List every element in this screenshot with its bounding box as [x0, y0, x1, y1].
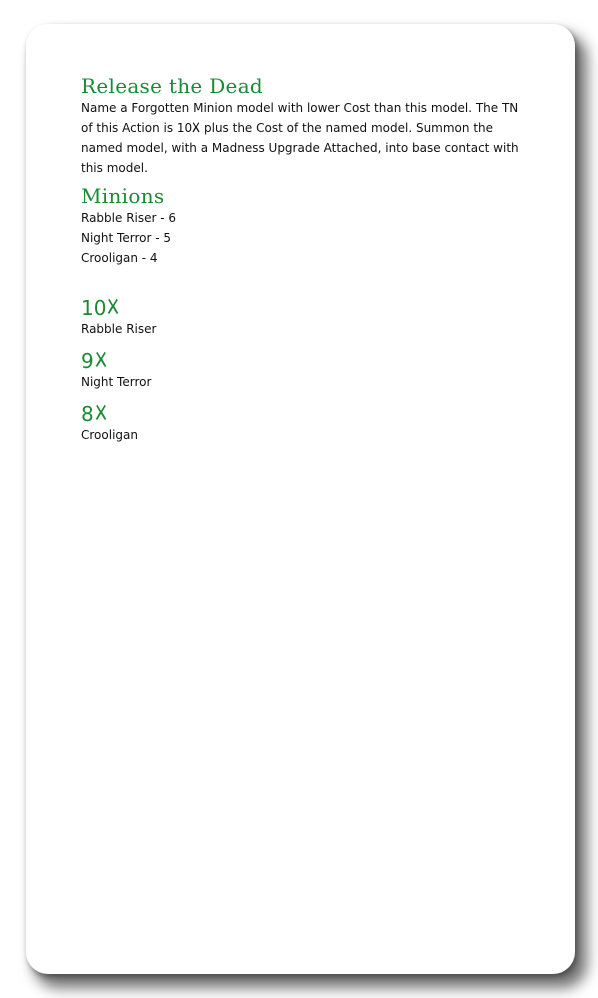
card-content: Release the Dead Name a Forgotten Minion…	[81, 74, 521, 455]
tn-value: 10	[81, 296, 521, 320]
tn-model-name: Night Terror	[81, 375, 152, 389]
tn-number: 10	[81, 296, 107, 320]
mask-suit-icon	[192, 119, 200, 133]
tn-entry: 9 Night Terror	[81, 349, 521, 391]
mask-suit-icon	[107, 296, 119, 314]
minions-title: Minions	[81, 184, 165, 208]
minion-item: Rabble Riser - 6	[81, 211, 177, 225]
tn-number: 8	[81, 402, 94, 426]
card: Release the Dead Name a Forgotten Minion…	[26, 24, 575, 974]
minion-item: Night Terror - 5	[81, 231, 171, 245]
mask-suit-icon	[95, 402, 107, 420]
mask-suit-icon	[95, 349, 107, 367]
tn-entry: 8 Crooligan	[81, 402, 521, 444]
tn-number: 9	[81, 349, 94, 373]
minion-item: Crooligan - 4	[81, 251, 158, 265]
tn-model-name: Crooligan	[81, 428, 138, 442]
tn-value: 9	[81, 349, 521, 373]
tn-model-name: Rabble Riser	[81, 322, 157, 336]
ability-description: Name a Forgotten Minion model with lower…	[81, 98, 521, 178]
tn-value: 8	[81, 402, 521, 426]
minions-list: Rabble Riser - 6 Night Terror - 5 Crooli…	[81, 208, 521, 268]
ability-title: Release the Dead	[81, 74, 264, 98]
tn-entry: 10 Rabble Riser	[81, 296, 521, 338]
